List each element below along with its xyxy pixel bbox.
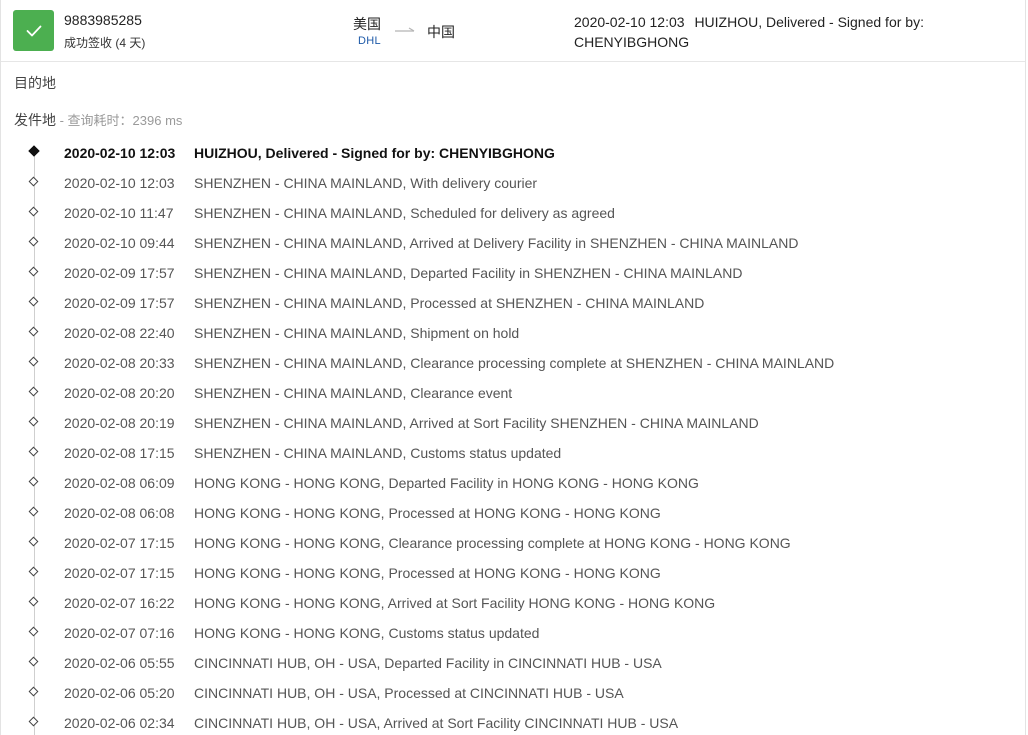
timeline-event: 2020-02-06 05:20 CINCINNATI HUB, OH - USA… xyxy=(1,678,1025,708)
latest-event-time: 2020-02-10 12:03 xyxy=(574,14,685,30)
tracking-page: 9883985285 成功签收 (4 天) 美国 DHL 中国 2020-02-… xyxy=(0,0,1026,735)
event-time: 2020-02-08 22:40 xyxy=(64,325,175,341)
timeline-event: 2020-02-10 09:44 SHENZHEN - CHINA MAINLAN… xyxy=(1,228,1025,258)
timeline-event: 2020-02-07 16:22 HONG KONG - HONG KONG, A… xyxy=(1,588,1025,618)
event-description: SHENZHEN - CHINA MAINLAND, With delivery… xyxy=(194,175,538,191)
event-time: 2020-02-08 06:09 xyxy=(64,475,175,491)
events-list: 2020-02-10 12:03 HUIZHOU, Delivered - Sig… xyxy=(1,138,1025,735)
event-description: HONG KONG - HONG KONG, Customs status up… xyxy=(194,625,540,641)
destination-country: 中国 xyxy=(427,24,455,40)
event-description: SHENZHEN - CHINA MAINLAND, Departed Faci… xyxy=(194,265,743,281)
diamond-icon xyxy=(28,656,39,667)
timeline-event: 2020-02-10 11:47 SHENZHEN - CHINA MAINLAN… xyxy=(1,198,1025,228)
event-description: HONG KONG - HONG KONG, Arrived at Sort F… xyxy=(194,595,716,611)
event-time: 2020-02-08 17:15 xyxy=(64,445,175,461)
event-description: SHENZHEN - CHINA MAINLAND, Customs statu… xyxy=(194,445,562,461)
event-description: SHENZHEN - CHINA MAINLAND, Scheduled for… xyxy=(194,205,615,221)
event-time: 2020-02-10 12:03 xyxy=(64,145,176,161)
timeline-event: 2020-02-08 20:19 SHENZHEN - CHINA MAINLAN… xyxy=(1,408,1025,438)
event-time: 2020-02-06 05:55 xyxy=(64,655,175,671)
diamond-icon xyxy=(28,536,39,547)
event-time: 2020-02-07 16:22 xyxy=(64,595,175,611)
checkmark-icon xyxy=(26,25,41,36)
diamond-icon xyxy=(28,686,39,697)
timeline-event: 2020-02-06 05:55 CINCINNATI HUB, OH - USA… xyxy=(1,648,1025,678)
tracking-timeline: 2020-02-10 12:03 HUIZHOU, Delivered - Sig… xyxy=(1,138,1025,735)
event-time: 2020-02-10 11:47 xyxy=(64,205,174,221)
origin-label-text: 发件地 xyxy=(14,112,56,128)
timeline-event: 2020-02-06 02:34 CINCINNATI HUB, OH - USA… xyxy=(1,708,1025,735)
route-arrow-icon xyxy=(395,27,415,32)
timeline-event: 2020-02-07 17:15 HONG KONG - HONG KONG, C… xyxy=(1,528,1025,558)
diamond-icon xyxy=(28,326,39,337)
event-description: HUIZHOU, Delivered - Signed for by: CHEN… xyxy=(194,145,555,161)
diamond-icon xyxy=(28,206,39,217)
carrier-name: DHL xyxy=(358,35,381,47)
event-time: 2020-02-08 20:33 xyxy=(64,355,175,371)
diamond-icon xyxy=(28,476,39,487)
diamond-icon xyxy=(28,356,39,367)
event-description: HONG KONG - HONG KONG, Departed Facility… xyxy=(194,475,699,491)
shipment-header[interactable]: 9883985285 成功签收 (4 天) 美国 DHL 中国 2020-02-… xyxy=(1,0,1025,62)
latest-event-summary: 2020-02-10 12:03 HUIZHOU, Delivered - Si… xyxy=(574,12,1014,52)
event-time: 2020-02-10 09:44 xyxy=(64,235,175,251)
timeline-event: 2020-02-08 06:08 HONG KONG - HONG KONG, P… xyxy=(1,498,1025,528)
event-time: 2020-02-09 17:57 xyxy=(64,295,175,311)
timeline-event: 2020-02-08 20:20 SHENZHEN - CHINA MAINLAN… xyxy=(1,378,1025,408)
event-time: 2020-02-07 17:15 xyxy=(64,565,175,581)
event-time: 2020-02-08 20:20 xyxy=(64,385,175,401)
timeline-event: 2020-02-08 17:15 SHENZHEN - CHINA MAINLAN… xyxy=(1,438,1025,468)
event-time: 2020-02-10 12:03 xyxy=(64,175,175,191)
diamond-icon xyxy=(28,266,39,277)
diamond-icon xyxy=(28,386,39,397)
destination-section-label: 目的地 xyxy=(14,75,56,91)
query-time-text: - 查询耗时：2396 ms xyxy=(56,113,183,128)
delivery-status-text: 成功签收 (4 天) xyxy=(64,36,146,50)
event-time: 2020-02-06 05:20 xyxy=(64,685,175,701)
event-time: 2020-02-08 06:08 xyxy=(64,505,175,521)
delivered-status-badge xyxy=(13,10,54,51)
diamond-icon xyxy=(28,596,39,607)
timeline-event: 2020-02-09 17:57 SHENZHEN - CHINA MAINLAN… xyxy=(1,258,1025,288)
event-description: SHENZHEN - CHINA MAINLAND, Arrived at De… xyxy=(194,235,799,251)
diamond-icon xyxy=(28,176,39,187)
diamond-icon xyxy=(28,626,39,637)
timeline-event: 2020-02-08 06:09 HONG KONG - HONG KONG, D… xyxy=(1,468,1025,498)
event-description: SHENZHEN - CHINA MAINLAND, Processed at … xyxy=(194,295,705,311)
timeline-event: 2020-02-08 22:40 SHENZHEN - CHINA MAINLAN… xyxy=(1,318,1025,348)
timeline-event: 2020-02-10 12:03 HUIZHOU, Delivered - Sig… xyxy=(1,138,1025,168)
timeline-event: 2020-02-08 20:33 SHENZHEN - CHINA MAINLAN… xyxy=(1,348,1025,378)
event-time: 2020-02-08 20:19 xyxy=(64,415,175,431)
timeline-event: 2020-02-10 12:03 SHENZHEN - CHINA MAINLAN… xyxy=(1,168,1025,198)
event-time: 2020-02-07 07:16 xyxy=(64,625,175,641)
tracking-number[interactable]: 9883985285 xyxy=(64,12,142,28)
event-description: SHENZHEN - CHINA MAINLAND, Clearance pro… xyxy=(194,355,835,371)
event-description: SHENZHEN - CHINA MAINLAND, Arrived at So… xyxy=(194,415,759,431)
timeline-event: 2020-02-07 07:16 HONG KONG - HONG KONG, C… xyxy=(1,618,1025,648)
event-time: 2020-02-07 17:15 xyxy=(64,535,175,551)
event-time: 2020-02-06 02:34 xyxy=(64,715,175,731)
diamond-icon xyxy=(28,506,39,517)
event-description: CINCINNATI HUB, OH - USA, Departed Facil… xyxy=(194,655,662,671)
diamond-icon xyxy=(28,296,39,307)
event-description: HONG KONG - HONG KONG, Clearance process… xyxy=(194,535,791,551)
diamond-icon xyxy=(28,236,39,247)
diamond-icon xyxy=(28,566,39,577)
event-description: HONG KONG - HONG KONG, Processed at HONG… xyxy=(194,505,661,521)
event-description: HONG KONG - HONG KONG, Processed at HONG… xyxy=(194,565,661,581)
diamond-icon xyxy=(28,416,39,427)
event-description: CINCINNATI HUB, OH - USA, Arrived at Sor… xyxy=(194,715,679,731)
diamond-icon xyxy=(28,446,39,457)
timeline-event: 2020-02-07 17:15 HONG KONG - HONG KONG, P… xyxy=(1,558,1025,588)
origin-country: 美国 xyxy=(353,16,381,32)
event-time: 2020-02-09 17:57 xyxy=(64,265,175,281)
event-description: SHENZHEN - CHINA MAINLAND, Clearance eve… xyxy=(194,385,513,401)
event-description: CINCINNATI HUB, OH - USA, Processed at C… xyxy=(194,685,624,701)
origin-section-label: 发件地 - 查询耗时：2396 ms xyxy=(14,110,182,130)
filled-diamond-icon xyxy=(28,145,40,157)
event-description: SHENZHEN - CHINA MAINLAND, Shipment on h… xyxy=(194,325,520,341)
diamond-icon xyxy=(28,716,39,727)
timeline-event: 2020-02-09 17:57 SHENZHEN - CHINA MAINLAN… xyxy=(1,288,1025,318)
